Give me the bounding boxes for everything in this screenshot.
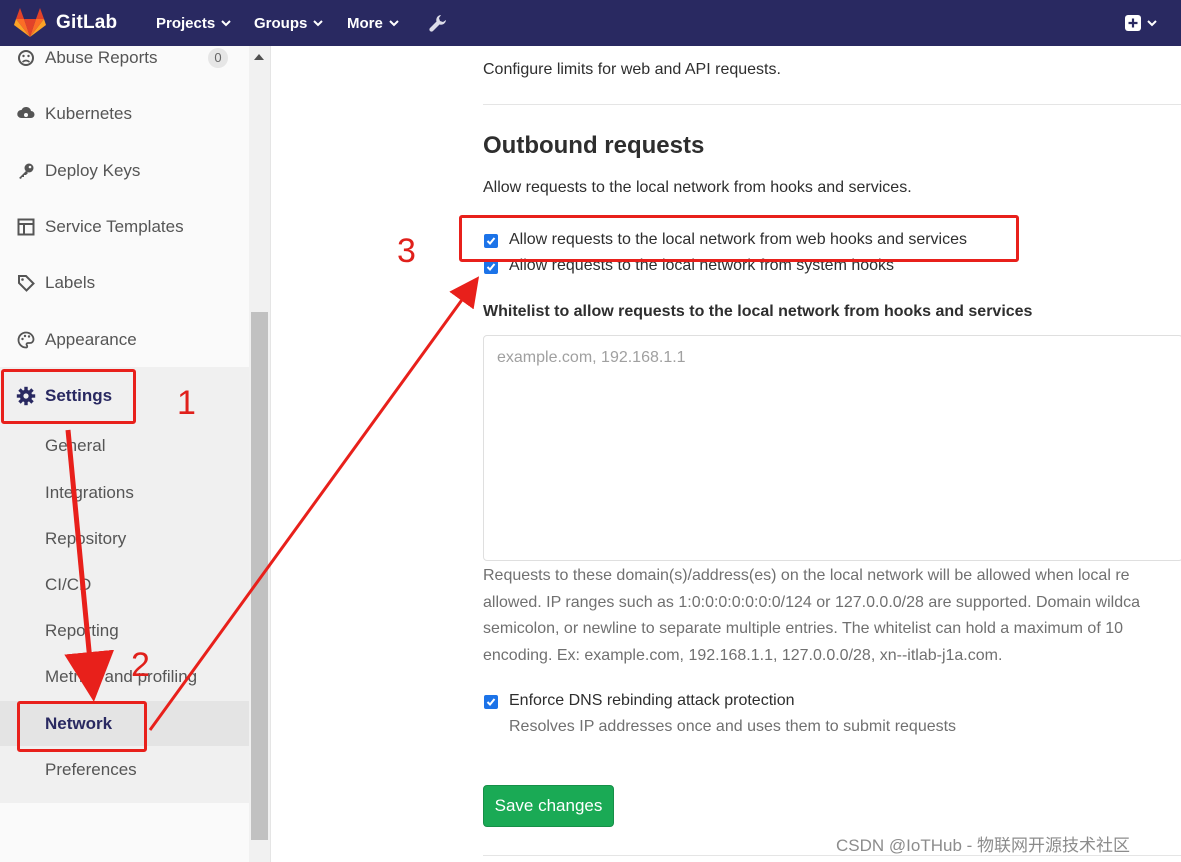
watermark-text: CSDN @IoTHub - 物联网开源技术社区 [836, 836, 1131, 855]
arrow-network-to-checkbox [148, 276, 480, 731]
annotation-arrows [64, 276, 480, 731]
arrow-settings-to-network [64, 429, 115, 702]
